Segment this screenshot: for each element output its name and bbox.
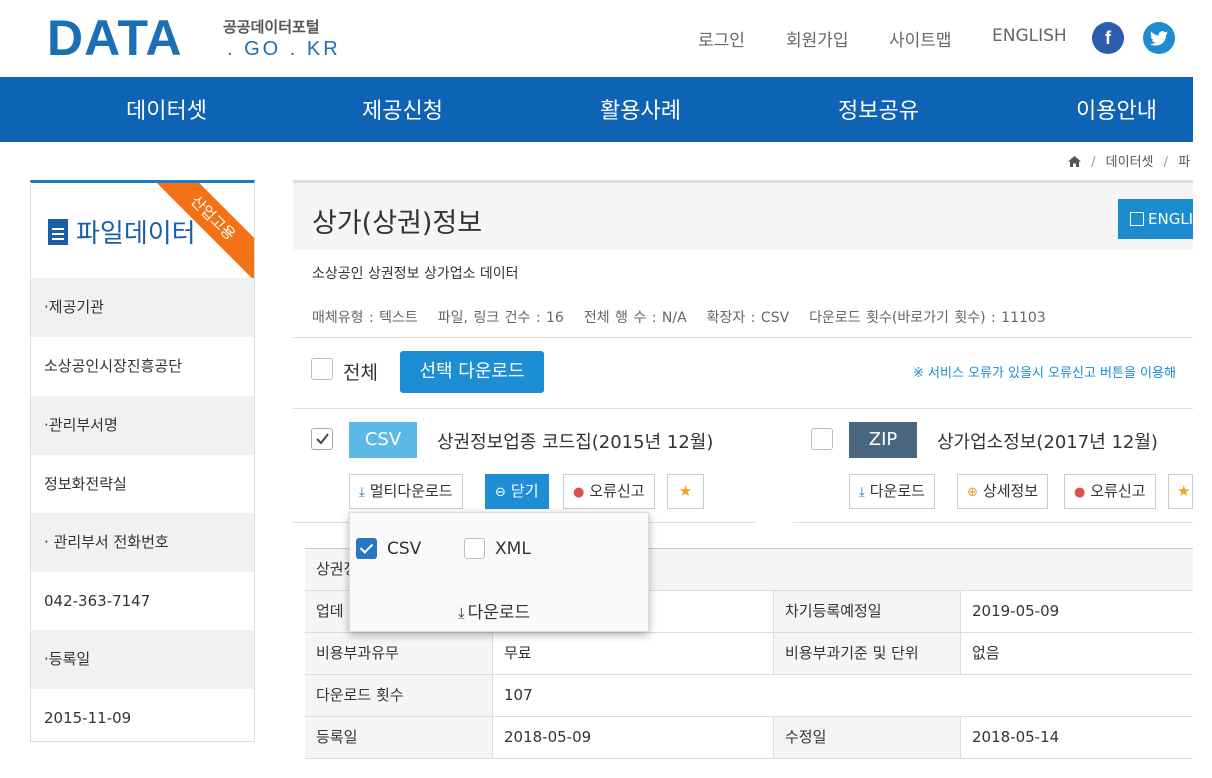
csv-option-checkbox[interactable] bbox=[356, 538, 377, 559]
phone-value: 042-363-7147 bbox=[44, 592, 151, 610]
alert-icon: ● bbox=[573, 485, 585, 500]
favorite-button[interactable]: ★ bbox=[667, 474, 704, 509]
table-key: 비용부과유무 bbox=[305, 633, 493, 674]
twitter-icon[interactable] bbox=[1143, 22, 1175, 54]
select-all-label: 전체 bbox=[343, 362, 378, 384]
logo-korean-text: 공공데이터포털 bbox=[223, 18, 320, 36]
table-value: 무료 bbox=[504, 644, 532, 662]
select-download-button[interactable]: 선택 다운로드 bbox=[400, 351, 544, 393]
phone-label: · 관리부서 전화번호 bbox=[31, 513, 254, 572]
table-value: 없음 bbox=[972, 644, 1000, 662]
top-header: DATA 공공데이터포털 . GO . KR 로그인 회원가입 사이트맵 ENG… bbox=[0, 0, 1212, 77]
meta-ext: 확장자 : CSV bbox=[706, 310, 790, 326]
table-key: 비용부과기준 및 단위 bbox=[773, 633, 961, 674]
logo-domain-text: . GO . KR bbox=[227, 38, 341, 60]
english-button[interactable]: ENGLISH bbox=[1118, 199, 1193, 239]
table-value: 107 bbox=[504, 686, 533, 704]
nav-use-cases[interactable]: 활용사례 bbox=[600, 93, 681, 125]
file-name: 상권정보업종 코드집(2015년 12월) bbox=[437, 432, 714, 453]
star-icon: ★ bbox=[678, 482, 693, 500]
english-link[interactable]: ENGLISH bbox=[992, 26, 1067, 46]
csv-option-label: CSV bbox=[387, 539, 422, 559]
close-button[interactable]: ⊖ 닫기 bbox=[485, 474, 549, 509]
department-value: 정보화전략실 bbox=[44, 475, 127, 493]
zoom-out-icon: ⊖ bbox=[495, 485, 506, 500]
xml-option-label: XML bbox=[495, 539, 531, 559]
title-bar: 상가(상권)정보 ENGLISH bbox=[293, 180, 1193, 250]
logo-data-text: DATA bbox=[47, 10, 183, 66]
meta-downloads: 다운로드 횟수(바로가기 횟수) : 11103 bbox=[809, 310, 1046, 326]
download-icon: ⤓ bbox=[458, 604, 465, 622]
download-button[interactable]: ⤓ 다운로드 bbox=[849, 474, 935, 509]
department-label: ·관리부서명 bbox=[31, 396, 254, 455]
table-row: 비용부과유무 무료 비용부과기준 및 단위 없음 bbox=[305, 633, 1193, 675]
file-name: 상가업소정보(2017년 12월) bbox=[937, 432, 1158, 453]
select-all-checkbox[interactable] bbox=[311, 358, 333, 380]
star-icon: ★ bbox=[1177, 482, 1191, 500]
divider bbox=[293, 337, 1193, 338]
details-button[interactable]: ⊕ 상세정보 bbox=[957, 474, 1049, 509]
nav-request[interactable]: 제공신청 bbox=[362, 93, 443, 125]
error-report-button[interactable]: ● 오류신고 bbox=[563, 474, 655, 509]
translate-icon bbox=[1130, 212, 1144, 226]
favorite-button[interactable]: ★ bbox=[1168, 474, 1193, 509]
file-type-badge: CSV bbox=[349, 422, 417, 458]
page-title: 상가(상권)정보 bbox=[312, 208, 483, 239]
table-key: 다운로드 횟수 bbox=[305, 675, 493, 716]
table-value: 2018-05-14 bbox=[972, 728, 1060, 746]
reg-date-value: 2015-11-09 bbox=[44, 709, 132, 727]
reg-date-label: ·등록일 bbox=[31, 630, 254, 689]
provider-value: 소상공인시장진흥공단 bbox=[44, 357, 183, 375]
table-value: 2019-05-09 bbox=[972, 602, 1060, 620]
facebook-icon[interactable]: f bbox=[1092, 22, 1124, 54]
sitemap-link[interactable]: 사이트맵 bbox=[889, 26, 952, 51]
main-navigation: 데이터셋 제공신청 활용사례 정보공유 이용안내 bbox=[0, 77, 1193, 142]
file-checkbox-zip[interactable] bbox=[811, 428, 833, 450]
search-icon: ⊕ bbox=[967, 485, 978, 500]
popup-download-button[interactable]: ⤓ 다운로드 bbox=[458, 598, 530, 623]
table-row: 다운로드 횟수 107 bbox=[305, 675, 1193, 717]
table-row: 등록일 2018-05-09 수정일 2018-05-14 bbox=[305, 717, 1193, 759]
error-report-button[interactable]: ● 오류신고 bbox=[1064, 474, 1156, 509]
table-value: 2018-05-09 bbox=[504, 728, 592, 746]
divider bbox=[793, 522, 1193, 523]
service-notice: ※ 서비스 오류가 있을시 오류신고 버튼을 이용해 bbox=[913, 366, 1176, 381]
breadcrumb-file[interactable]: 파 bbox=[1178, 155, 1190, 170]
multi-download-popup: CSV XML ⤓ 다운로드 bbox=[349, 512, 649, 632]
file-type-badge: ZIP bbox=[849, 422, 917, 458]
alert-icon: ● bbox=[1074, 485, 1086, 500]
nav-info-share[interactable]: 정보공유 bbox=[838, 93, 919, 125]
breadcrumb-dataset[interactable]: 데이터셋 bbox=[1106, 155, 1154, 170]
breadcrumb: / 데이터셋 / 파 bbox=[1068, 151, 1190, 170]
meta-media: 매체유형 : 텍스트 bbox=[312, 310, 418, 326]
table-key: 수정일 bbox=[773, 717, 961, 758]
dataset-meta: 매체유형 : 텍스트 파일, 링크 건수 : 16 전체 행 수 : N/A 확장자 … bbox=[312, 307, 1066, 327]
home-icon[interactable] bbox=[1068, 156, 1081, 167]
xml-option-checkbox[interactable] bbox=[464, 538, 485, 559]
document-icon bbox=[48, 219, 68, 245]
sidebar: 파일데이터 산업고용 ·제공기관 소상공인시장진흥공단 ·관리부서명 정보화전략… bbox=[30, 180, 255, 742]
download-icon: ⤓ bbox=[359, 485, 365, 500]
sidebar-title: 파일데이터 bbox=[48, 213, 196, 250]
table-key: 등록일 bbox=[305, 717, 493, 758]
provider-label: ·제공기관 bbox=[31, 278, 254, 337]
meta-rows: 전체 행 수 : N/A bbox=[583, 310, 687, 326]
meta-files: 파일, 링크 건수 : 16 bbox=[437, 310, 564, 326]
download-icon: ⤓ bbox=[859, 485, 865, 500]
table-key: 차기등록예정일 bbox=[773, 591, 961, 632]
nav-dataset[interactable]: 데이터셋 bbox=[126, 93, 207, 125]
login-link[interactable]: 로그인 bbox=[698, 26, 745, 51]
file-checkbox-csv[interactable] bbox=[311, 428, 333, 450]
signup-link[interactable]: 회원가입 bbox=[786, 26, 849, 51]
divider bbox=[293, 408, 1193, 409]
nav-guide[interactable]: 이용안내 bbox=[1076, 93, 1157, 125]
dataset-description: 소상공인 상권정보 상가업소 데이터 bbox=[312, 266, 519, 282]
multi-download-button[interactable]: ⤓ 멀티다운로드 bbox=[349, 474, 463, 509]
